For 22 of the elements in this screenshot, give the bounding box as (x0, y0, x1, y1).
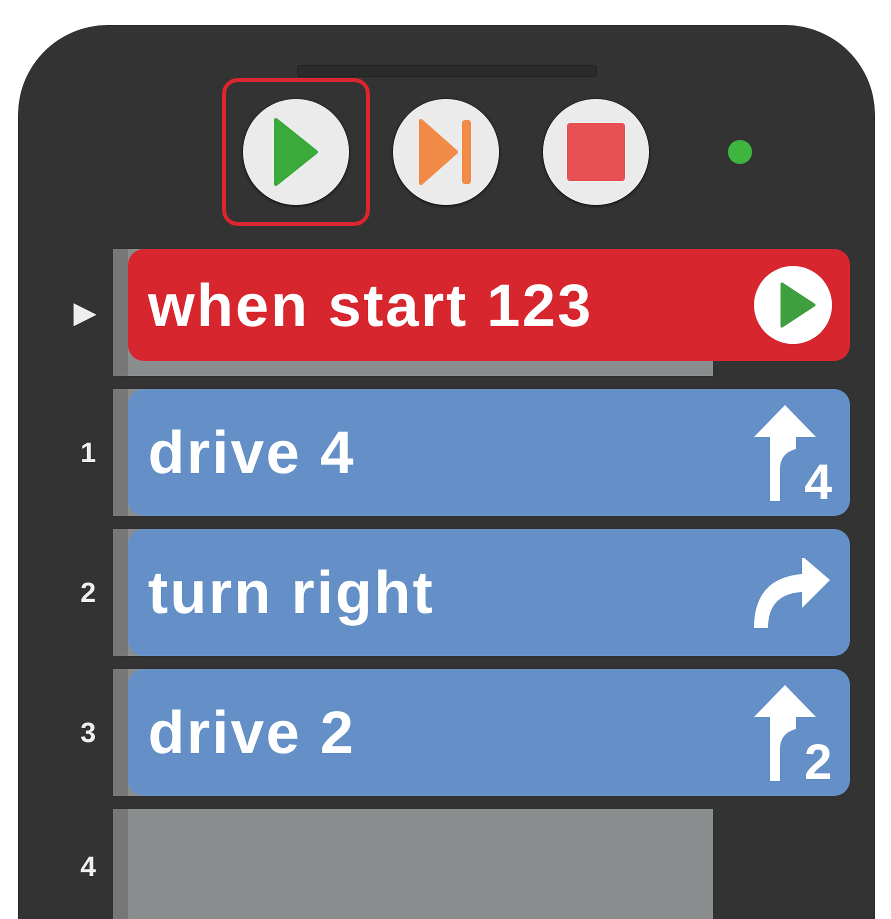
distance-value: 4 (804, 456, 832, 506)
line-number: 3 (80, 716, 96, 748)
block-label: when start 123 (148, 270, 593, 340)
code-block[interactable]: when start 123 (128, 249, 850, 361)
block-label: drive 2 (148, 698, 356, 767)
line-number: ▶ (74, 296, 96, 329)
block-label: turn right (148, 558, 435, 627)
play-icon (754, 266, 832, 344)
code-block[interactable]: turn right (128, 529, 850, 656)
play-button[interactable] (222, 78, 370, 226)
play-icon (273, 117, 319, 187)
turn-right-icon (752, 558, 832, 628)
drag-handle[interactable] (297, 65, 597, 77)
code-block[interactable]: drive 4 4 (128, 389, 850, 516)
block-label: drive 4 (148, 418, 356, 487)
stop-icon (567, 123, 625, 181)
code-block[interactable]: drive 2 2 (128, 669, 850, 796)
step-forward-icon (418, 118, 474, 186)
distance-value: 2 (804, 736, 832, 786)
line-number: 1 (80, 436, 96, 468)
line-number: 2 (80, 576, 96, 608)
line-number: 4 (80, 850, 96, 882)
